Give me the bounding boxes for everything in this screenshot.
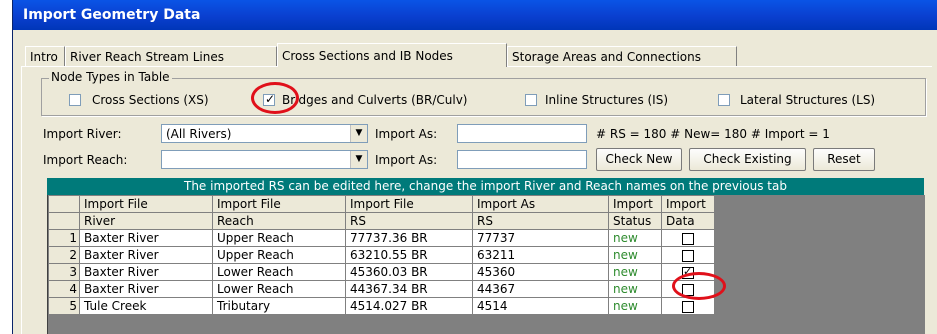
river-cell: Baxter River <box>79 229 213 247</box>
br-culv-label: Bridges and Culverts (BR/Culv) <box>282 93 468 107</box>
check-mark-icon: ✓ <box>683 264 693 278</box>
check-existing-button[interactable]: Check Existing <box>689 148 806 171</box>
import-reach-as-label: Import As: <box>375 153 438 167</box>
import-geometry-window: Import Geometry Data Intro River Reach S… <box>12 0 937 334</box>
import-table-area: Import File Import File Import File Impo… <box>47 195 925 334</box>
row-number: 3 <box>48 263 80 281</box>
br-culv-checkbox[interactable]: ✓ <box>263 92 276 106</box>
corner-cell <box>48 195 80 213</box>
tab-storage-areas-connections[interactable]: Storage Areas and Connections <box>507 46 737 66</box>
column-header: RS <box>345 212 473 230</box>
window-title: Import Geometry Data <box>13 0 937 30</box>
column-header: Import File <box>345 195 473 213</box>
tab-intro[interactable]: Intro <box>25 46 65 66</box>
column-header: RS <box>472 212 609 230</box>
rs-cell: 63210.55 BR <box>345 246 473 264</box>
import-reach-combo[interactable]: ▼ <box>161 150 368 169</box>
import-data-checkbox[interactable] <box>682 283 694 296</box>
import-river-combo[interactable]: (All Rivers) ▼ <box>161 124 368 143</box>
river-cell: Tule Creek <box>79 297 213 315</box>
import-data-checkbox[interactable] <box>682 249 694 262</box>
import-data-checkbox[interactable]: ✓ <box>682 264 694 279</box>
table-row: 5 Tule Creek Tributary 4514.027 BR 4514 … <box>48 297 715 315</box>
tab-river-reach-stream-lines[interactable]: River Reach Stream Lines <box>65 46 277 66</box>
import-table: Import File Import File Import File Impo… <box>48 195 715 315</box>
river-cell: Baxter River <box>79 263 213 281</box>
rs-cell: 45360.03 BR <box>345 263 473 281</box>
import-reach-as-input[interactable] <box>457 150 587 169</box>
table-row: 3 Baxter River Lower Reach 45360.03 BR 4… <box>48 263 715 281</box>
reach-cell: Upper Reach <box>212 229 346 247</box>
reach-cell: Lower Reach <box>212 280 346 298</box>
import-reach-label: Import Reach: <box>43 153 128 167</box>
column-header: River <box>79 212 213 230</box>
column-header: Import File <box>212 195 346 213</box>
xs-checkbox[interactable] <box>69 94 81 106</box>
is-label: Inline Structures (IS) <box>545 93 669 107</box>
chevron-down-icon[interactable]: ▼ <box>350 151 367 168</box>
chevron-down-icon[interactable]: ▼ <box>350 125 367 142</box>
import-data-checkbox[interactable] <box>682 232 694 245</box>
status-cell: new <box>608 280 662 298</box>
check-mark-icon: ✓ <box>265 92 276 106</box>
node-types-legend: Node Types in Table <box>49 70 172 84</box>
corner-cell <box>48 212 80 230</box>
row-number: 4 <box>48 280 80 298</box>
import-as-rs-cell[interactable]: 63211 <box>472 246 609 264</box>
reach-cell: Lower Reach <box>212 263 346 281</box>
import-data-cell <box>661 246 715 264</box>
counts-text: # RS = 180 # New= 180 # Import = 1 <box>596 127 830 141</box>
import-river-as-input[interactable] <box>457 124 587 143</box>
table-row: 1 Baxter River Upper Reach 77737.36 BR 7… <box>48 229 715 247</box>
column-header: Data <box>661 212 715 230</box>
import-as-rs-cell[interactable]: 4514 <box>472 297 609 315</box>
column-header: Import <box>608 195 662 213</box>
status-cell: new <box>608 297 662 315</box>
import-river-label: Import River: <box>43 127 122 141</box>
status-cell: new <box>608 263 662 281</box>
import-data-cell <box>661 280 715 298</box>
table-row: 4 Baxter River Lower Reach 44367.34 BR 4… <box>48 280 715 298</box>
column-header: Reach <box>212 212 346 230</box>
reset-button[interactable]: Reset <box>813 148 875 171</box>
edit-info-banner: The imported RS can be edited here, chan… <box>47 178 924 195</box>
ls-checkbox[interactable] <box>718 94 730 106</box>
import-as-rs-cell[interactable]: 45360 <box>472 263 609 281</box>
rs-cell: 44367.34 BR <box>345 280 473 298</box>
rs-cell: 4514.027 BR <box>345 297 473 315</box>
table-header-row: Import File Import File Import File Impo… <box>48 195 715 213</box>
column-header: Status <box>608 212 662 230</box>
ls-label: Lateral Structures (LS) <box>740 93 876 107</box>
column-header: Import As <box>472 195 609 213</box>
column-header: Import <box>661 195 715 213</box>
table-row: 2 Baxter River Upper Reach 63210.55 BR 6… <box>48 246 715 264</box>
row-number: 5 <box>48 297 80 315</box>
is-checkbox[interactable] <box>525 94 537 106</box>
import-data-cell <box>661 229 715 247</box>
table-header-row: River Reach RS RS Status Data <box>48 212 715 230</box>
check-new-button[interactable]: Check New <box>596 148 682 171</box>
river-cell: Baxter River <box>79 280 213 298</box>
rs-cell: 77737.36 BR <box>345 229 473 247</box>
river-cell: Baxter River <box>79 246 213 264</box>
row-number: 1 <box>48 229 80 247</box>
import-as-rs-cell[interactable]: 44367 <box>472 280 609 298</box>
import-river-as-label: Import As: <box>375 127 438 141</box>
column-header: Import File <box>79 195 213 213</box>
status-cell: new <box>608 246 662 264</box>
import-river-value: (All Rivers) <box>166 127 232 141</box>
import-data-checkbox[interactable] <box>682 300 694 313</box>
import-data-cell: ✓ <box>661 263 715 281</box>
xs-label: Cross Sections (XS) <box>92 93 209 107</box>
tab-cross-sections-ib-nodes[interactable]: Cross Sections and IB Nodes <box>277 43 507 67</box>
import-as-rs-cell[interactable]: 77737 <box>472 229 609 247</box>
reach-cell: Tributary <box>212 297 346 315</box>
status-cell: new <box>608 229 662 247</box>
row-number: 2 <box>48 246 80 264</box>
import-data-cell <box>661 297 715 315</box>
reach-cell: Upper Reach <box>212 246 346 264</box>
